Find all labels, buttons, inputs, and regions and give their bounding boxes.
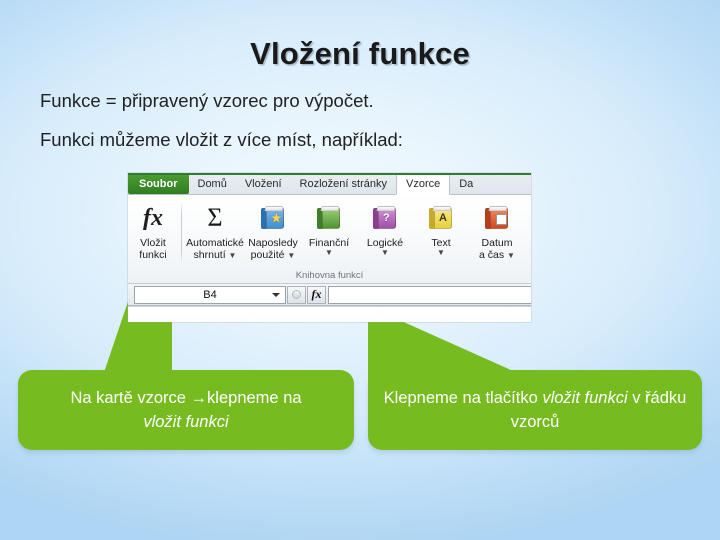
callout-left-line-2: vložit funkci bbox=[143, 413, 229, 431]
chevron-down-icon[interactable] bbox=[272, 292, 280, 297]
autosum-label-1: Automatické bbox=[186, 237, 244, 249]
book-green-icon bbox=[317, 202, 341, 234]
date-time-button[interactable]: Datum a čas ▼ bbox=[469, 200, 525, 261]
chevron-down-icon[interactable]: ▼ bbox=[325, 249, 333, 257]
name-box-value: B4 bbox=[203, 288, 217, 301]
chevron-down-icon[interactable]: ▼ bbox=[229, 251, 237, 260]
fx-icon: fx bbox=[143, 205, 163, 231]
tab-domu[interactable]: Domů bbox=[189, 173, 236, 194]
excel-screenshot: Soubor Domů Vložení Rozložení stránky Vz… bbox=[128, 173, 531, 322]
autosum-button[interactable]: Σ Automatické shrnutí ▼ bbox=[185, 200, 245, 262]
tab-vzorce[interactable]: Vzorce bbox=[395, 173, 451, 195]
tab-soubor[interactable]: Soubor bbox=[128, 173, 189, 194]
insert-function-button[interactable]: fx Vložit funkci bbox=[128, 200, 178, 261]
logical-button[interactable]: ? Logické ▼ bbox=[357, 200, 413, 257]
date-time-label-2: a čas bbox=[479, 249, 505, 261]
worksheet-area[interactable] bbox=[128, 306, 531, 322]
book-blue-star-icon: ★ bbox=[261, 202, 285, 234]
cancel-formula-button[interactable] bbox=[287, 285, 306, 304]
tab-vlozeni[interactable]: Vložení bbox=[236, 173, 291, 194]
recently-used-label-2: použité bbox=[250, 249, 285, 261]
formula-input[interactable] bbox=[328, 285, 531, 304]
book-yellow-icon: A bbox=[429, 202, 453, 234]
recently-used-button[interactable]: ★ Naposledy použité ▼ bbox=[245, 200, 301, 261]
chevron-down-icon[interactable]: ▼ bbox=[437, 249, 445, 257]
callout-right-part-2: vložit funkci bbox=[542, 389, 628, 407]
function-library-group-label: Knihovna funkcí bbox=[295, 270, 364, 281]
chevron-down-icon[interactable]: ▼ bbox=[381, 249, 389, 257]
chevron-down-icon[interactable]: ▼ bbox=[287, 251, 295, 260]
chevron-down-icon[interactable]: ▼ bbox=[507, 251, 515, 260]
book-red-icon bbox=[485, 202, 509, 234]
autosum-label-2: shrnutí bbox=[193, 249, 226, 261]
callout-right: Klepneme na tlačítko vložit funkci v řád… bbox=[368, 370, 702, 450]
book-purple-icon: ? bbox=[373, 202, 397, 234]
tab-data[interactable]: Da bbox=[450, 173, 482, 194]
insert-function-label-1: Vložit bbox=[140, 237, 166, 249]
insert-function-fx-button[interactable]: fx bbox=[307, 285, 326, 304]
insert-function-label-2: funkci bbox=[139, 249, 167, 261]
financial-button[interactable]: Finanční ▼ bbox=[301, 200, 357, 257]
recently-used-label-1: Naposledy bbox=[248, 237, 298, 249]
ribbon-tab-strip: Soubor Domů Vložení Rozložení stránky Vz… bbox=[128, 173, 531, 195]
date-time-label-1: Datum bbox=[481, 237, 513, 249]
tab-rozlozeni-stranky[interactable]: Rozložení stránky bbox=[291, 173, 396, 194]
ribbon-body: fx Vložit funkci Σ Automatické shrnutí ▼… bbox=[128, 195, 531, 284]
callout-left-line-1: Na kartě vzorce →klepneme na bbox=[70, 389, 302, 407]
text-button[interactable]: A Text ▼ bbox=[413, 200, 469, 257]
autosum-sigma-icon: Σ bbox=[207, 203, 223, 232]
callout-right-part-1: Klepneme na tlačítko bbox=[383, 389, 543, 407]
formula-bar: B4 fx bbox=[128, 284, 531, 306]
ribbon-separator bbox=[181, 202, 182, 264]
lookup-reference-button[interactable]: ● Vyhl. ref. bbox=[525, 200, 531, 261]
name-box[interactable]: B4 bbox=[134, 285, 286, 304]
callout-left: Na kartě vzorce →klepneme na vložit funk… bbox=[18, 370, 354, 450]
